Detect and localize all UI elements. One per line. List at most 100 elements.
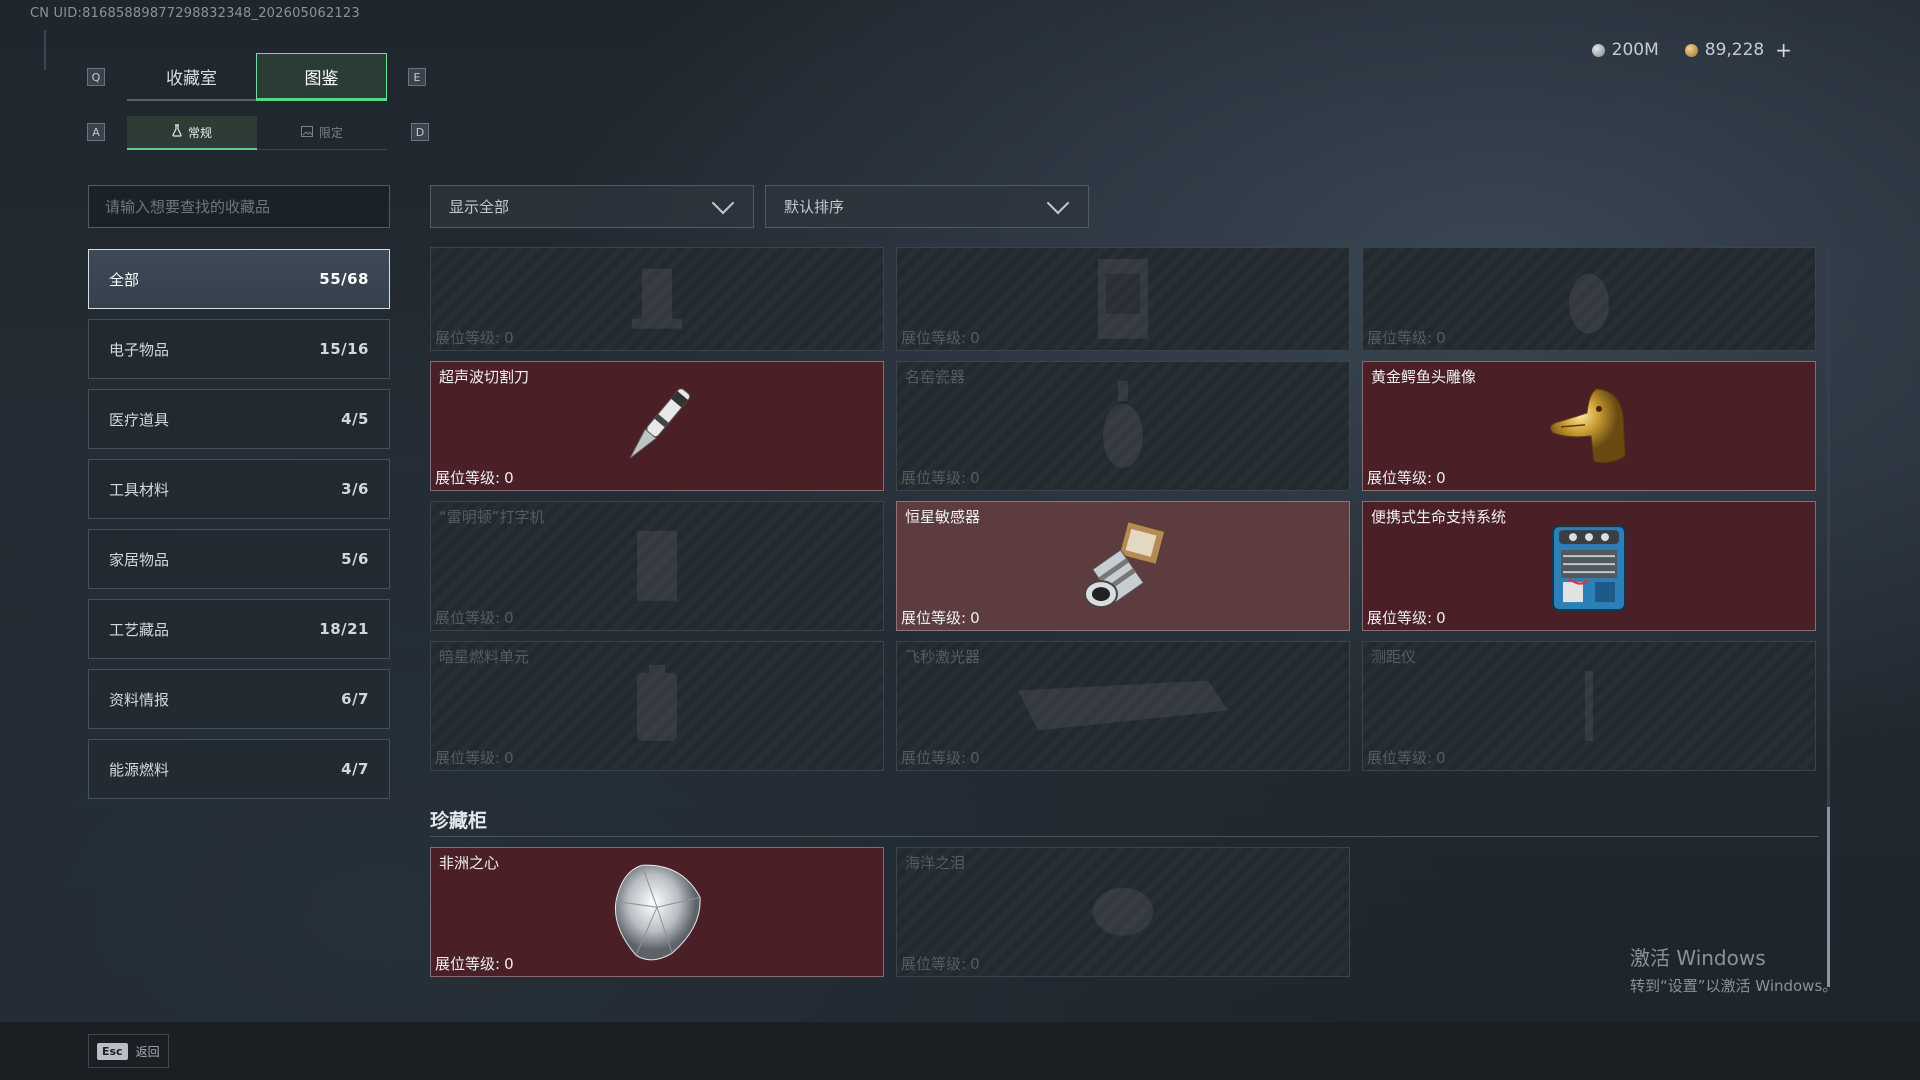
currency-bar: 200M 89,228 + (1591, 38, 1792, 62)
display-level: 展位等级: 0 (901, 747, 980, 768)
collection-card-owned[interactable]: 恒星敏感器 展位等级: 0 (896, 501, 1350, 631)
fuel-cell-icon (627, 661, 687, 755)
category-count: 18/21 (319, 620, 369, 638)
image-icon (300, 125, 313, 140)
esc-key: Esc (97, 1042, 128, 1060)
category-count: 6/7 (341, 690, 369, 708)
back-label: 返回 (135, 1044, 160, 1059)
category-label: 电子物品 (109, 340, 170, 359)
tab-collection-room[interactable]: 收藏室 (127, 53, 256, 101)
collection-card-owned[interactable]: 黄金鳄鱼头雕像 展位等级: 0 (1362, 361, 1816, 491)
display-level: 展位等级: 0 (1367, 747, 1446, 768)
filter-value: 显示全部 (449, 198, 510, 216)
category-all[interactable]: 全部 55/68 (88, 249, 390, 309)
main-tabs: 收藏室 图鉴 (127, 53, 387, 101)
collection-card[interactable]: “雷明顿”打字机 展位等级: 0 (430, 501, 884, 631)
display-level-value: 0 (970, 749, 980, 767)
collection-card-owned[interactable]: 超声波切割刀 展位等级: 0 (430, 361, 884, 491)
section-divider (430, 836, 1818, 837)
category-tools[interactable]: 工具材料 3/6 (88, 459, 390, 519)
category-intel[interactable]: 资料情报 6/7 (88, 669, 390, 729)
uid-label: CN UID:8168588987729883234​8_20260506212… (30, 6, 360, 21)
watermark-line2: 转到“设置”以激活 Windows。 (1630, 977, 1838, 995)
flask-icon (172, 124, 182, 140)
category-label: 工艺藏品 (109, 620, 170, 639)
display-level-value: 0 (1436, 329, 1446, 347)
display-level: 展位等级: 0 (901, 327, 980, 348)
scalpel-icon (612, 376, 702, 480)
subtab-limited-label: 限定 (318, 126, 343, 140)
collection-card[interactable]: 名窑瓷器 展位等级: 0 (896, 361, 1350, 491)
silver-coin-icon (1591, 43, 1605, 57)
subtab-regular[interactable]: 常规 (127, 116, 257, 150)
treasure-card-owned[interactable]: 非洲之心 展位等级: 0 (430, 847, 884, 977)
collection-card[interactable]: 暗星燃料单元 展位等级: 0 (430, 641, 884, 771)
star-sensor-icon (1073, 516, 1173, 620)
gem-icon (1083, 872, 1163, 956)
collection-grid: 展位等级: 0 展位等级: 0 展位等级: 0 超声波切割刀 展位等级: 0 名… (430, 247, 1818, 781)
category-energy[interactable]: 能源燃料 4/7 (88, 739, 390, 799)
display-level-value: 0 (1436, 469, 1446, 487)
display-level: 展位等级: 0 (435, 953, 514, 974)
display-level-value: 0 (970, 329, 980, 347)
category-crafts[interactable]: 工艺藏品 18/21 (88, 599, 390, 659)
card-name: 暗星燃料单元 (439, 648, 530, 666)
category-count: 3/6 (341, 480, 369, 498)
display-level-value: 0 (1436, 749, 1446, 767)
hotkey-d[interactable]: D (411, 123, 429, 141)
display-level-value: 0 (504, 749, 514, 767)
collection-card-owned[interactable]: 便携式生命支持系统 展位等级: 0 (1362, 501, 1816, 631)
silver-currency: 200M (1591, 40, 1659, 60)
add-currency-button[interactable]: + (1775, 38, 1792, 62)
category-household[interactable]: 家居物品 5/6 (88, 529, 390, 589)
display-level: 展位等级: 0 (901, 953, 980, 974)
back-button[interactable]: Esc 返回 (88, 1034, 169, 1068)
collection-card[interactable]: 测距仪 展位等级: 0 (1362, 641, 1816, 771)
category-label: 家居物品 (109, 550, 170, 569)
hotkey-q[interactable]: Q (87, 68, 105, 86)
cabinet-icon (1088, 254, 1158, 348)
card-name: “雷明顿”打字机 (439, 508, 545, 526)
collection-card[interactable]: 展位等级: 0 (1362, 247, 1816, 351)
display-level-label: 展位等级: (901, 609, 967, 627)
hotkey-e[interactable]: E (408, 68, 426, 86)
collection-card[interactable]: 展位等级: 0 (896, 247, 1350, 351)
gold-currency: 89,228 + (1684, 38, 1792, 62)
lamp-icon (622, 259, 692, 343)
display-level-value: 0 (970, 955, 980, 973)
treasure-card[interactable]: 海洋之泪 展位等级: 0 (896, 847, 1350, 977)
search-input[interactable] (88, 185, 390, 228)
display-level-value: 0 (504, 329, 514, 347)
collection-card[interactable]: 飞秒激光器 展位等级: 0 (896, 641, 1350, 771)
footer-bar (0, 1022, 1920, 1080)
display-level: 展位等级: 0 (435, 327, 514, 348)
card-name: 超声波切割刀 (439, 368, 530, 386)
category-medical[interactable]: 医疗道具 4/5 (88, 389, 390, 449)
diamond-icon (602, 857, 712, 971)
tab-catalog[interactable]: 图鉴 (256, 53, 387, 101)
card-name: 便携式生命支持系统 (1371, 508, 1507, 526)
collection-card[interactable]: 展位等级: 0 (430, 247, 884, 351)
subtab-limited[interactable]: 限定 (257, 116, 387, 150)
filter-dropdown[interactable]: 显示全部 (430, 185, 754, 228)
display-level-value: 0 (970, 469, 980, 487)
hotkey-a[interactable]: A (87, 123, 105, 141)
gold-amount: 89,228 (1704, 40, 1765, 60)
category-electronics[interactable]: 电子物品 15/16 (88, 319, 390, 379)
display-level-label: 展位等级: (1367, 329, 1433, 347)
silver-amount: 200M (1611, 40, 1659, 60)
display-level: 展位等级: 0 (435, 467, 514, 488)
life-support-icon (1539, 516, 1639, 620)
card-name: 恒星敏感器 (905, 508, 981, 526)
sort-dropdown[interactable]: 默认排序 (765, 185, 1089, 228)
category-list: 全部 55/68 电子物品 15/16 医疗道具 4/5 工具材料 3/6 家居… (88, 249, 390, 809)
scrollbar[interactable] (1827, 247, 1830, 987)
sort-value: 默认排序 (784, 198, 845, 216)
laser-box-icon (1008, 670, 1238, 744)
category-count: 15/16 (319, 340, 369, 358)
chevron-down-icon (711, 191, 735, 214)
card-name: 海洋之泪 (905, 854, 966, 872)
subtab-regular-label: 常规 (187, 125, 212, 140)
display-level-value: 0 (1436, 609, 1446, 627)
display-level: 展位等级: 0 (1367, 467, 1446, 488)
